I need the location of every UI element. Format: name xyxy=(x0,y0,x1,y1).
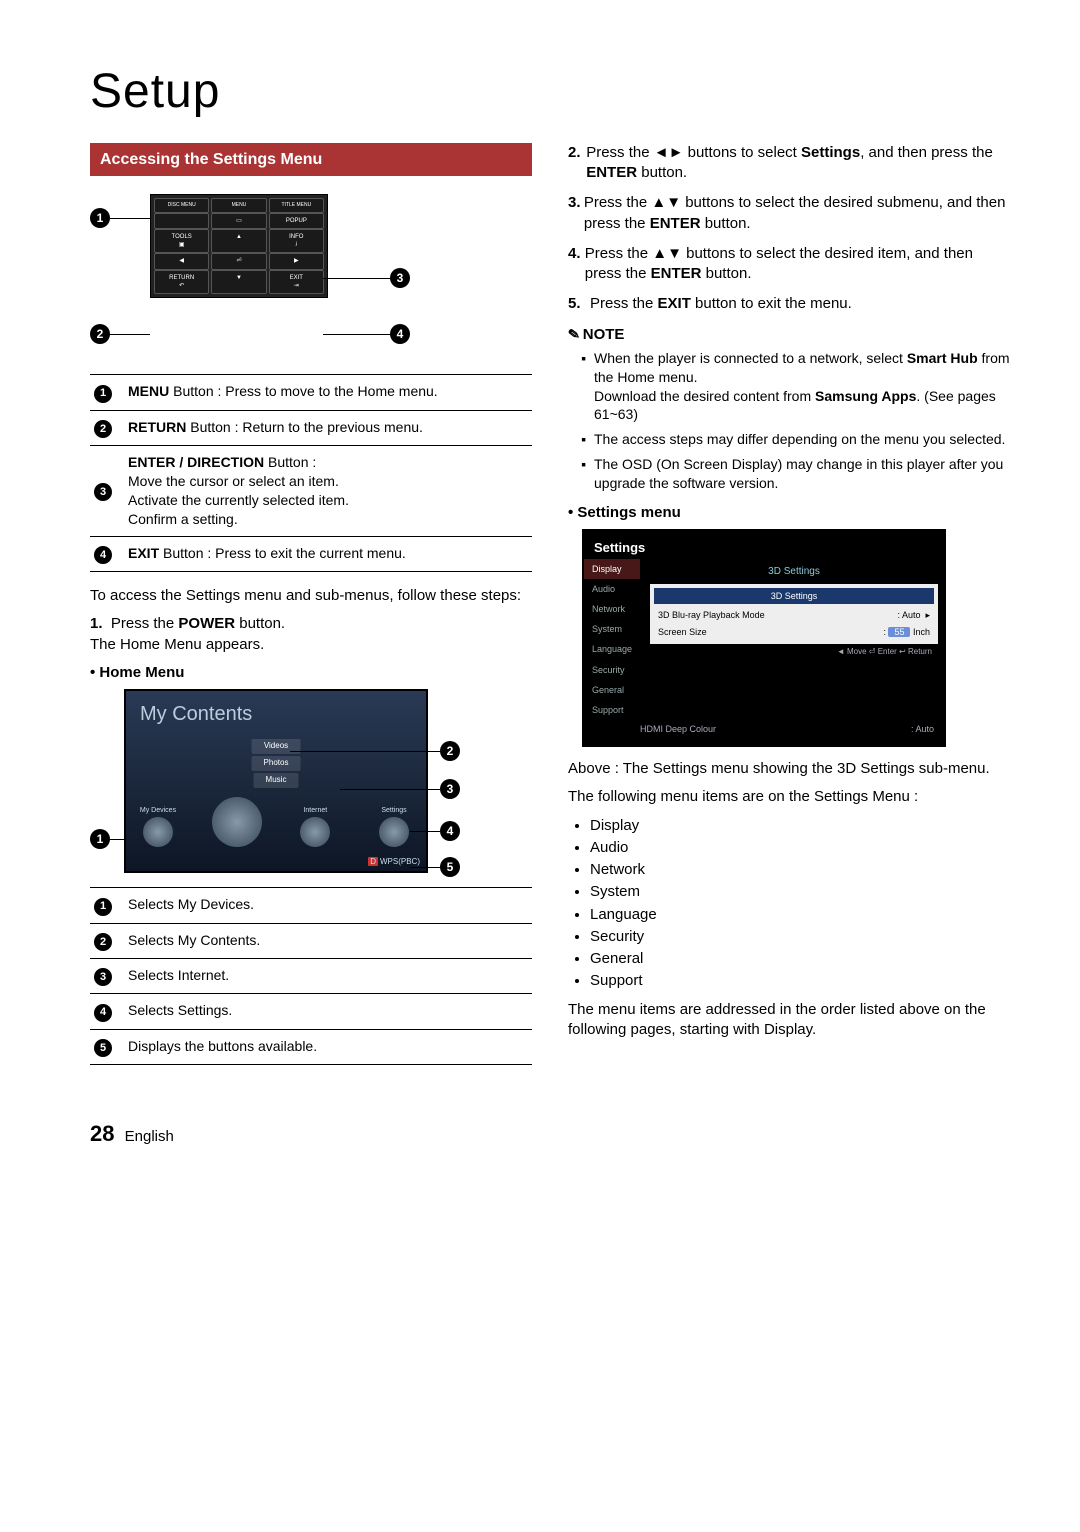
sidebar-item: Security xyxy=(584,660,640,680)
callout-2-badge: 2 xyxy=(90,324,110,344)
table-row: 3Selects Internet. xyxy=(90,959,532,994)
sidebar-item: Network xyxy=(584,599,640,619)
hm-callout-5: 5 xyxy=(440,857,460,877)
list-item: Audio xyxy=(590,838,1010,858)
hm-callout-4: 4 xyxy=(440,821,460,841)
settings-crumb: 3D Settings xyxy=(650,565,938,579)
list-item: General xyxy=(590,949,1010,969)
remote-btn-menu: MENU xyxy=(211,198,266,213)
remote-btn-blank xyxy=(154,213,209,229)
remote-btn-down: ▼ xyxy=(211,270,266,294)
settings-last-row: HDMI Deep Colour : Auto xyxy=(584,720,944,745)
rownum: 4 xyxy=(94,546,112,564)
list-item: Support xyxy=(590,971,1010,991)
settings-popup: 3D Settings 3D Blu-ray Playback Mode: Au… xyxy=(650,584,938,643)
remote-callout-table: 1 MENU Button : Press to move to the Hom… xyxy=(90,374,532,572)
sidebar-item: Support xyxy=(584,700,640,720)
page-number: 28 xyxy=(90,1119,114,1149)
hm-chip: Photos xyxy=(252,756,301,771)
sidebar-item: System xyxy=(584,619,640,639)
hm-callout-2: 2 xyxy=(440,741,460,761)
remote-btn-left: ◀ xyxy=(154,253,209,269)
remote-diagram: DISC MENU MENU TITLE MENU ▭ POPUP TOOLS▣… xyxy=(90,194,532,354)
settings-title: Settings xyxy=(584,531,944,559)
hm-icon-settings: Settings xyxy=(368,806,420,847)
rownum: 1 xyxy=(94,385,112,403)
sidebar-item: General xyxy=(584,680,640,700)
remote-btn-disc-menu: DISC MENU xyxy=(154,198,209,213)
home-menu-callout-table: 1Selects My Devices. 2Selects My Content… xyxy=(90,887,532,1065)
rownum: 3 xyxy=(94,483,112,501)
table-row: 2Selects My Contents. xyxy=(90,923,532,958)
sidebar-item: Display xyxy=(584,559,640,579)
settings-menu-label: • Settings menu xyxy=(568,503,1010,523)
note-heading: ✎NOTE xyxy=(568,325,1010,345)
step-1: 1. Press the POWER button. The Home Menu… xyxy=(90,614,532,655)
hm-icon-internet: Internet xyxy=(289,806,341,847)
hm-chip: Music xyxy=(254,773,299,788)
list-item: System xyxy=(590,882,1010,902)
callout-4-badge: 4 xyxy=(390,324,410,344)
section-header: Accessing the Settings Menu xyxy=(90,143,532,177)
home-menu-label: • Home Menu xyxy=(90,663,532,683)
table-row: 1 MENU Button : Press to move to the Hom… xyxy=(90,375,532,410)
page-title: Setup xyxy=(90,60,1010,125)
settings-hint: ◄ Move ⏎ Enter ↩ Return xyxy=(650,644,938,661)
sidebar-item: Audio xyxy=(584,579,640,599)
settings-caption: Above : The Settings menu showing the 3D… xyxy=(568,759,1010,779)
hm-icon-center xyxy=(211,797,263,847)
page-language: English xyxy=(125,1128,174,1145)
remote-btn-exit: EXIT⇥ xyxy=(269,270,324,294)
list-item: Display xyxy=(590,816,1010,836)
remote-btn-right: ▶ xyxy=(269,253,324,269)
callout-3-badge: 3 xyxy=(390,268,410,288)
right-steps: 2.Press the ◄► buttons to select Setting… xyxy=(568,143,1010,315)
settings-sidebar: Display Audio Network System Language Se… xyxy=(584,559,640,720)
settings-screenshot: Settings Display Audio Network System La… xyxy=(582,529,946,747)
hm-title: My Contents xyxy=(126,691,426,730)
remote-btn-tools: TOOLS▣ xyxy=(154,229,209,253)
note-icon: ✎ xyxy=(567,324,581,344)
remote-btn-popup: POPUP xyxy=(269,213,324,229)
table-row: 1Selects My Devices. xyxy=(90,888,532,923)
callout-1-badge: 1 xyxy=(90,208,110,228)
table-row: 5Displays the buttons available. xyxy=(90,1029,532,1064)
intro-text: To access the Settings menu and sub-menu… xyxy=(90,586,532,606)
table-row: 4 EXIT Button : Press to exit the curren… xyxy=(90,536,532,571)
remote-btn-enter: ⏎ xyxy=(211,253,266,269)
menu-intro: The following menu items are on the Sett… xyxy=(568,787,1010,807)
hm-callout-3: 3 xyxy=(440,779,460,799)
table-row: 4Selects Settings. xyxy=(90,994,532,1029)
table-row: 3 ENTER / DIRECTION Button : Move the cu… xyxy=(90,446,532,537)
list-item: Security xyxy=(590,927,1010,947)
remote-btn-return: RETURN↶ xyxy=(154,270,209,294)
note-list: When the player is connected to a networ… xyxy=(568,349,1010,493)
remote-btn-info: INFOi xyxy=(269,229,324,253)
list-item: Language xyxy=(590,905,1010,925)
table-row: 2 RETURN Button : Return to the previous… xyxy=(90,410,532,445)
remote-btn-title-menu: TITLE MENU xyxy=(269,198,324,213)
closing-text: The menu items are addressed in the orde… xyxy=(568,1000,1010,1041)
rownum: 2 xyxy=(94,420,112,438)
list-item: Network xyxy=(590,860,1010,880)
menu-items-list: Display Audio Network System Language Se… xyxy=(568,816,1010,992)
hm-icon-mydevices: My Devices xyxy=(132,806,184,847)
sidebar-item: Language xyxy=(584,639,640,659)
page-footer: 28 English xyxy=(90,1119,1010,1149)
home-menu-diagram: My Contents Videos Photos Music My Devic… xyxy=(90,689,532,873)
remote-btn-up: ▲ xyxy=(211,229,266,253)
hm-callout-1: 1 xyxy=(90,829,110,849)
remote-btn-menu-icon: ▭ xyxy=(211,213,266,229)
